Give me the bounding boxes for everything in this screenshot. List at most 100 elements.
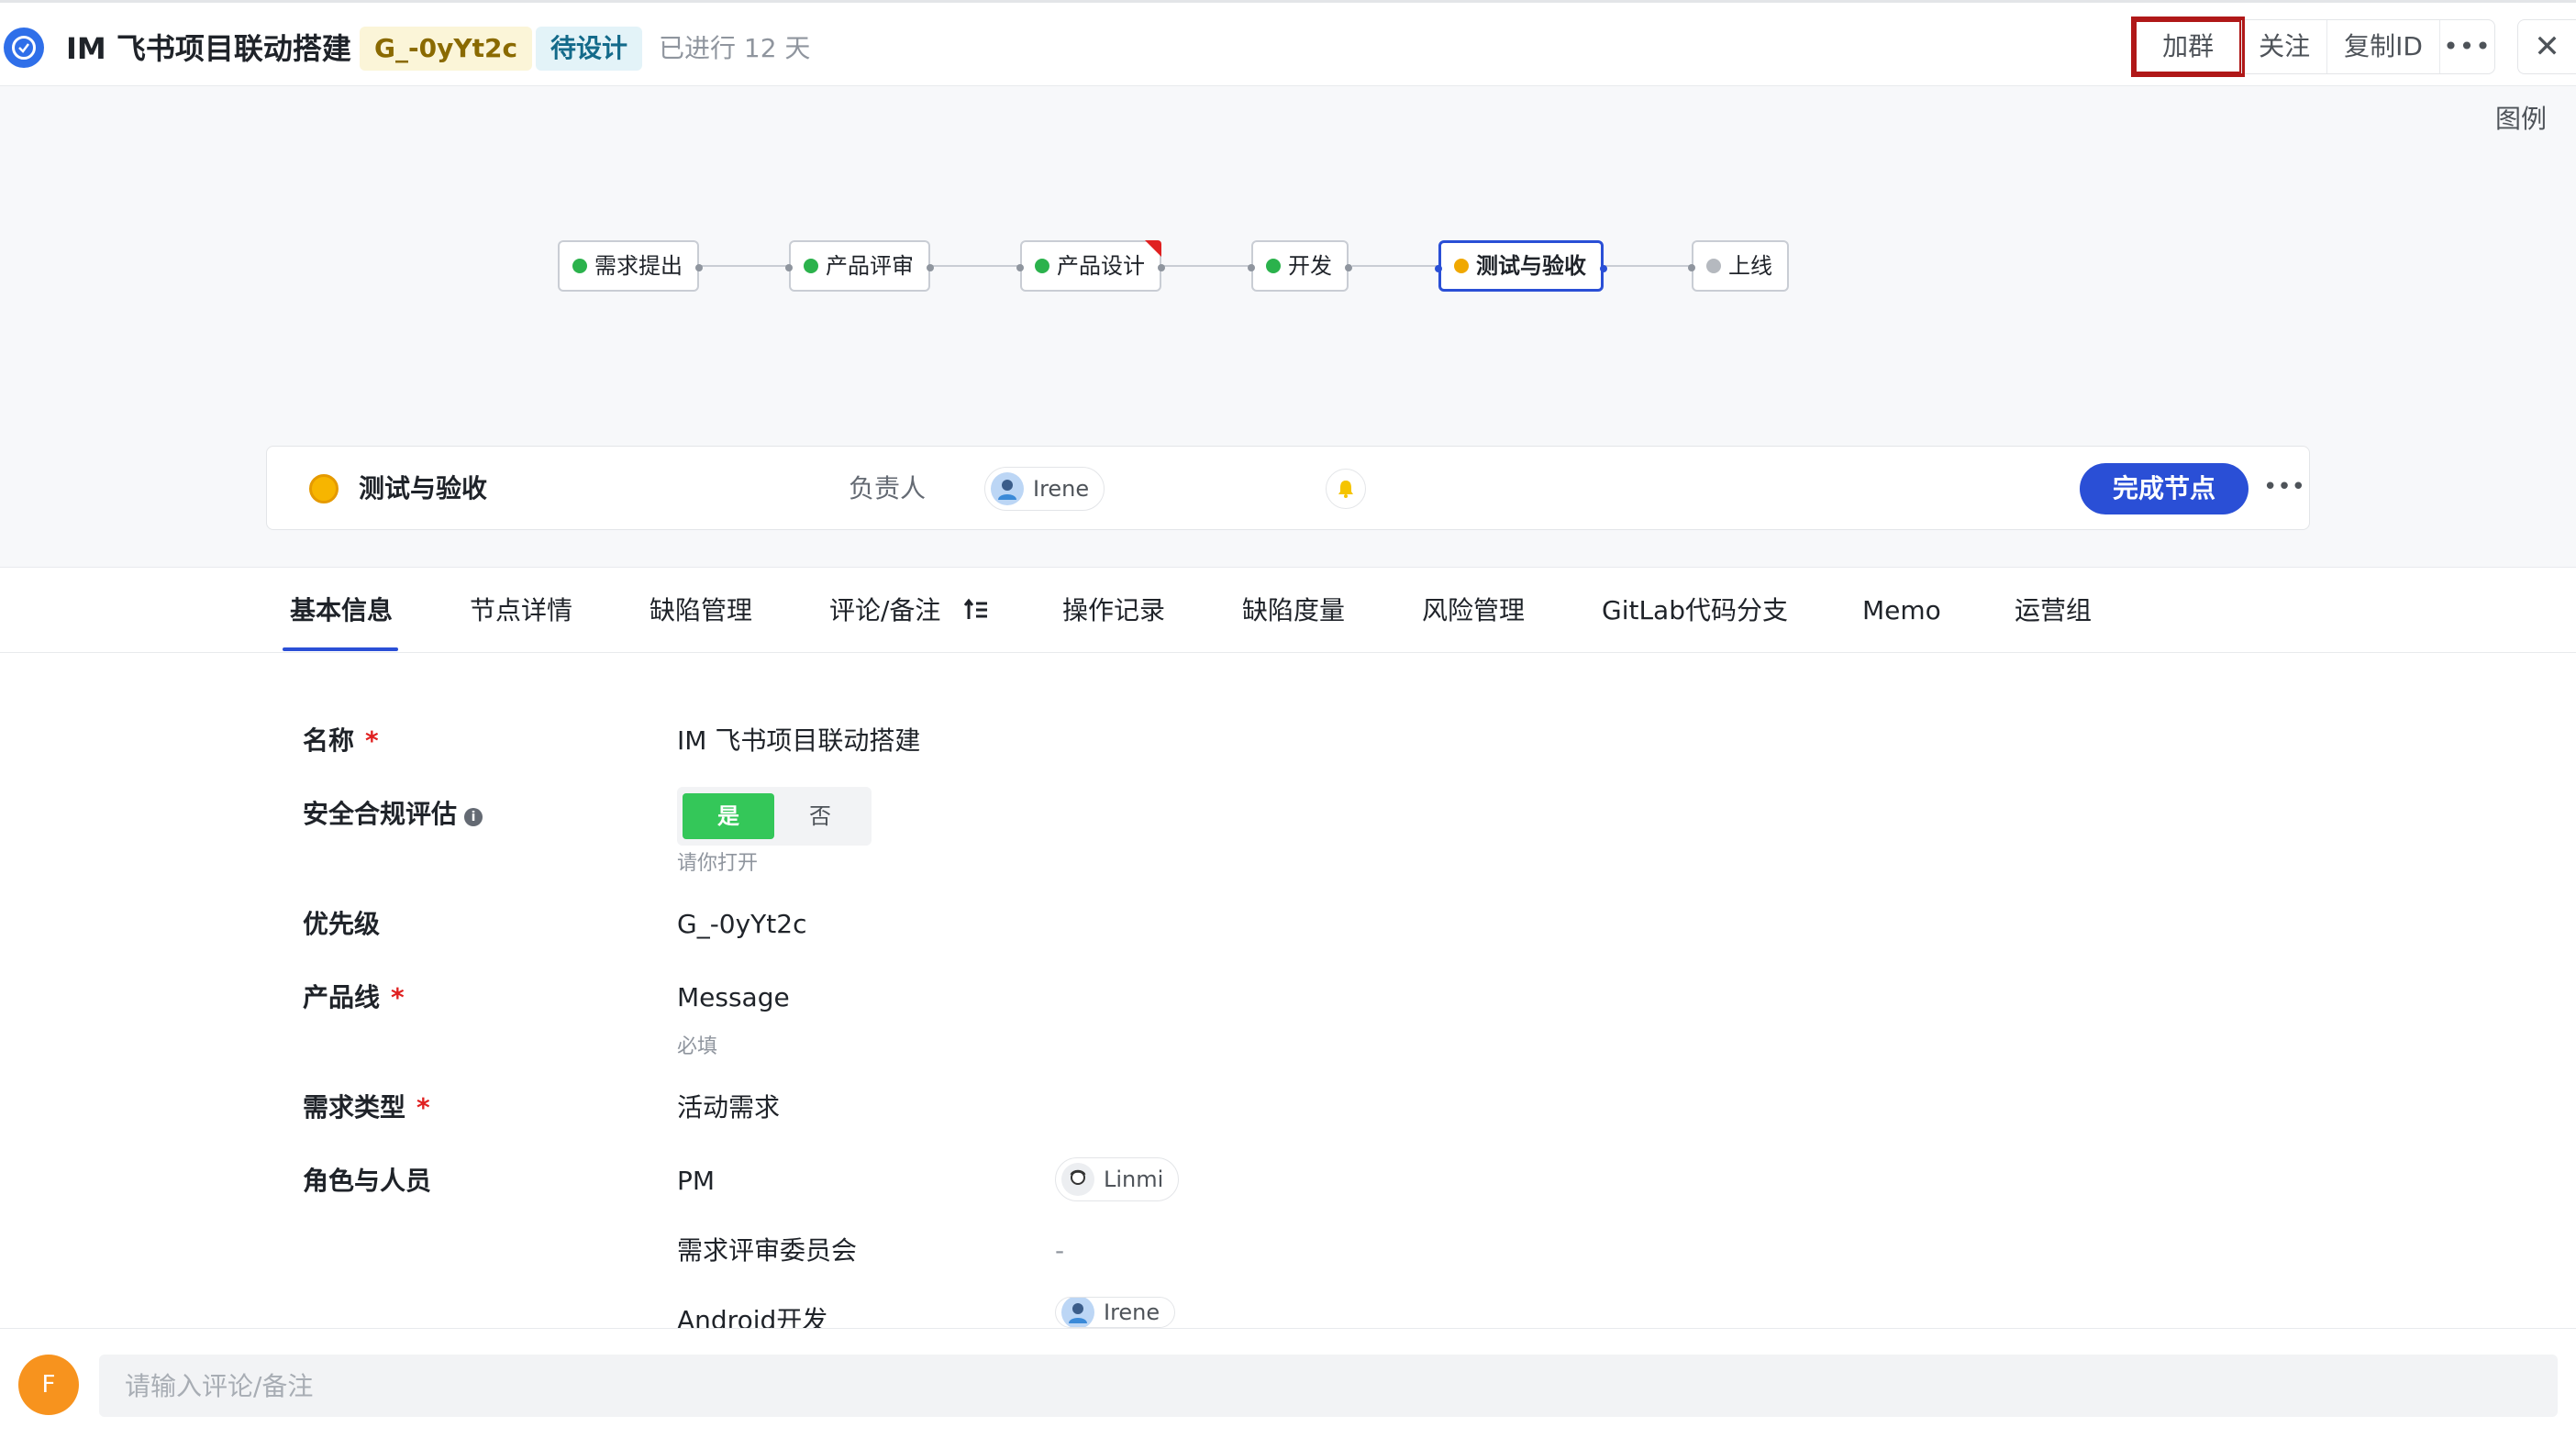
- role-name: 需求评审委员会: [677, 1235, 858, 1266]
- flow-node-label: 产品评审: [826, 253, 914, 279]
- port-dot: [927, 264, 934, 271]
- tab-node-details[interactable]: 节点详情: [470, 591, 572, 631]
- bell-icon[interactable]: [1326, 469, 1366, 509]
- status-dot: [1706, 259, 1721, 273]
- id-tag: G_-0yYt2c: [360, 27, 533, 71]
- active-tab-indicator: [283, 647, 398, 651]
- req-type-value[interactable]: 活动需求: [677, 1088, 780, 1128]
- follow-button[interactable]: 关注: [2241, 20, 2326, 73]
- name-value[interactable]: IM 飞书项目联动搭建: [677, 721, 920, 761]
- person-empty[interactable]: -: [1055, 1231, 1064, 1271]
- avatar[interactable]: F: [18, 1355, 79, 1415]
- security-label: 安全合规评估 i: [303, 794, 483, 835]
- header-actions: 加群 关注 复制ID •••: [2131, 17, 2495, 77]
- priority-label: 优先级: [303, 909, 381, 939]
- status-check-icon[interactable]: [4, 28, 44, 68]
- flow-connector: [1163, 265, 1251, 267]
- flow-node-product-review[interactable]: 产品评审: [785, 240, 934, 292]
- tab-operation-log[interactable]: 操作记录: [1062, 591, 1165, 631]
- tab-memo[interactable]: Memo: [1862, 591, 1941, 631]
- flow-node-requirement[interactable]: 需求提出: [558, 240, 703, 292]
- join-group-button[interactable]: 加群: [2131, 17, 2246, 77]
- sort-icon[interactable]: [963, 597, 989, 623]
- node-status-dot: [309, 474, 339, 503]
- port-dot: [1600, 265, 1607, 272]
- flow-node-label: 产品设计: [1057, 253, 1145, 279]
- legend-button[interactable]: 图例: [2495, 99, 2547, 136]
- alert-corner-flag: [1145, 240, 1161, 257]
- status-dot: [1266, 259, 1281, 273]
- product-line-value[interactable]: Message: [677, 978, 790, 1018]
- owner-chip[interactable]: Irene: [984, 467, 1105, 511]
- product-line-hint: 必填: [677, 1035, 718, 1058]
- avatar: [991, 472, 1024, 505]
- role-name: PM: [677, 1166, 716, 1196]
- more-icon[interactable]: •••: [2439, 20, 2494, 73]
- person-name: Irene: [1104, 1300, 1160, 1325]
- flow-node-testing[interactable]: 测试与验收: [1435, 240, 1607, 292]
- person-chip[interactable]: Linmi: [1055, 1157, 1180, 1201]
- flow-node-label: 测试与验收: [1476, 253, 1586, 279]
- flow-node-label: 开发: [1288, 253, 1332, 279]
- tab-defect-management[interactable]: 缺陷管理: [650, 591, 752, 631]
- node-card-title: 测试与验收: [359, 473, 488, 503]
- toggle-no[interactable]: 否: [774, 793, 866, 839]
- copy-id-button[interactable]: 复制ID: [2326, 20, 2439, 73]
- complete-node-button[interactable]: 完成节点: [2080, 463, 2249, 514]
- tab-gitlab-branch[interactable]: GitLab代码分支: [1602, 591, 1788, 631]
- tab-comments[interactable]: 评论/备注: [829, 591, 989, 631]
- product-line-label: 产品线 *: [303, 982, 405, 1012]
- flow-node-label: 上线: [1728, 253, 1772, 279]
- tab-comments-label: 评论/备注: [829, 595, 941, 625]
- more-icon[interactable]: •••: [2263, 469, 2305, 509]
- person-chip[interactable]: Irene: [1055, 1297, 1176, 1328]
- top-header: IM 飞书项目联动搭建 G_-0yYt2c 待设计 已进行 12 天 加群 关注…: [0, 0, 2576, 86]
- avatar: [1061, 1163, 1094, 1196]
- tab-ops-group[interactable]: 运营组: [2015, 591, 2092, 631]
- port-dot: [1158, 264, 1165, 271]
- tab-risk-management[interactable]: 风险管理: [1422, 591, 1525, 631]
- priority-value[interactable]: G_-0yYt2c: [677, 904, 806, 945]
- status-dot: [572, 259, 587, 273]
- toggle-yes[interactable]: 是: [683, 793, 774, 839]
- flow-node-product-design[interactable]: 产品设计: [1016, 240, 1165, 292]
- avatar: [1061, 1298, 1094, 1327]
- status-dot: [1454, 259, 1469, 273]
- comment-bar: F: [0, 1328, 2576, 1449]
- flow-node-development[interactable]: 开发: [1248, 240, 1352, 292]
- close-icon[interactable]: ✕: [2517, 19, 2576, 74]
- port-dot: [1688, 264, 1695, 271]
- port-dot: [695, 264, 703, 271]
- flow-connector: [701, 265, 789, 267]
- current-node-card: 测试与验收 负责人 Irene 完成节点 •••: [266, 446, 2310, 530]
- elapsed-days: 已进行 12 天: [659, 33, 811, 63]
- owner-label: 负责人: [849, 473, 927, 503]
- flow-node-launch[interactable]: 上线: [1688, 240, 1789, 292]
- status-dot: [1035, 259, 1049, 273]
- flow-connector: [1604, 265, 1692, 267]
- tab-defect-metrics[interactable]: 缺陷度量: [1242, 591, 1345, 631]
- info-icon[interactable]: i: [464, 808, 483, 826]
- port-dot: [1248, 264, 1255, 271]
- comment-input[interactable]: [99, 1355, 2558, 1417]
- flow-node-label: 需求提出: [594, 253, 683, 279]
- page-title: IM 飞书项目联动搭建: [66, 31, 351, 66]
- workflow-canvas: 图例 需求提出 产品评审 产品设计 开发 测试与验收 上线 测试与验收 负责人 …: [0, 86, 2576, 568]
- name-label: 名称 *: [303, 725, 379, 756]
- status-tag[interactable]: 待设计: [536, 27, 643, 71]
- owner-name: Irene: [1033, 476, 1090, 502]
- security-toggle: 是 否: [677, 787, 872, 846]
- flow-connector: [932, 265, 1020, 267]
- flow-connector: [1352, 265, 1438, 267]
- port-dot: [1435, 265, 1442, 272]
- tab-basic-info[interactable]: 基本信息: [290, 591, 393, 631]
- status-dot: [804, 259, 818, 273]
- port-dot: [785, 264, 793, 271]
- req-type-label: 需求类型 *: [303, 1092, 430, 1123]
- security-hint: 请你打开: [677, 852, 759, 875]
- port-dot: [1016, 264, 1024, 271]
- roles-label: 角色与人员: [303, 1166, 432, 1196]
- person-name: Linmi: [1104, 1167, 1164, 1192]
- port-dot: [1345, 264, 1352, 271]
- tab-bar: 基本信息 节点详情 缺陷管理 评论/备注 操作记录 缺陷度量 风险管理 GitL…: [0, 569, 2576, 653]
